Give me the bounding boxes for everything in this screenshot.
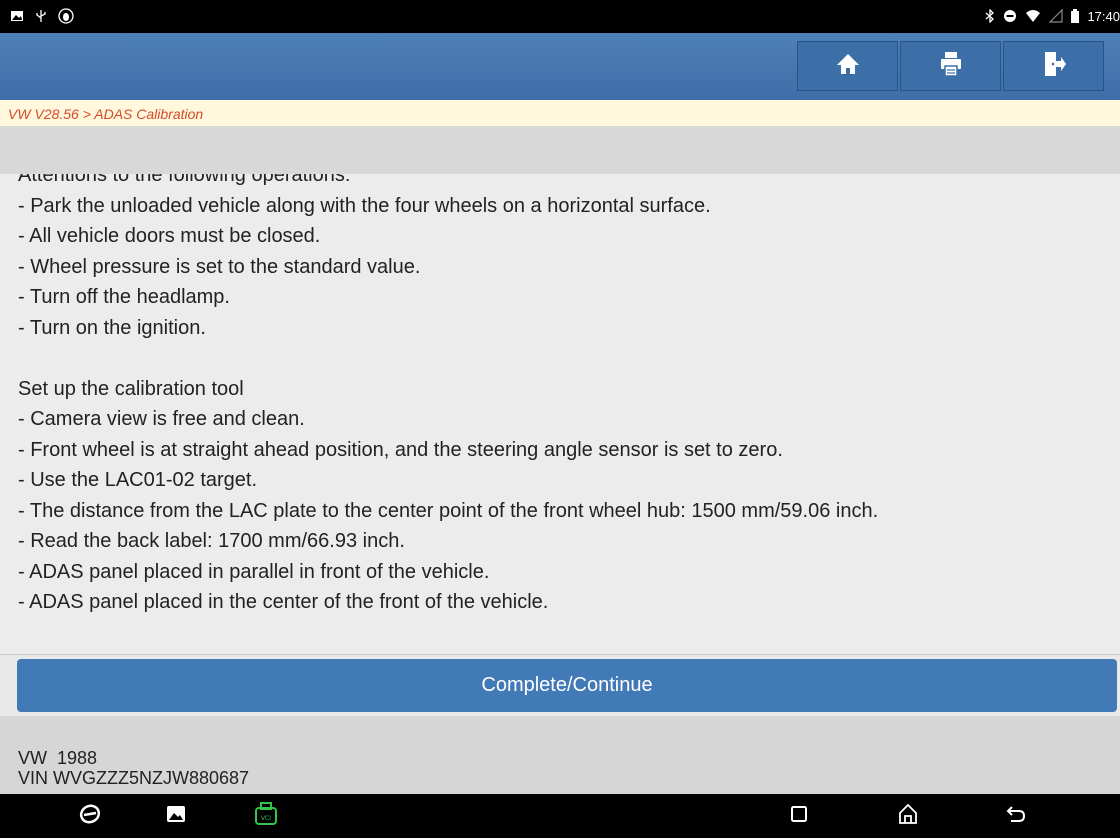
instruction-line: - Turn off the headlamp. [18, 286, 230, 308]
svg-text:VCI: VCI [261, 815, 271, 822]
instruction-line: - ADAS panel placed in the center of the… [18, 591, 549, 613]
status-left-icons [10, 7, 74, 26]
instruction-line: - Park the unloaded vehicle along with t… [18, 194, 711, 217]
browser-icon [78, 802, 102, 831]
instruction-line: Attentions to the following operations: [18, 174, 351, 186]
status-time: 17:40 [1087, 9, 1120, 24]
instruction-line: - All vehicle doors must be closed. [18, 225, 321, 247]
instruction-line: Set up the calibration tool [18, 377, 244, 400]
breadcrumb: VW V28.56 > ADAS Calibration [0, 100, 1120, 126]
instruction-line: - Camera view is free and clean. [18, 408, 305, 430]
gallery-icon [10, 9, 24, 25]
recents-button[interactable] [784, 802, 814, 830]
gallery-icon [166, 804, 186, 829]
instruction-line: - The distance from the LAC plate to the… [18, 499, 879, 522]
divider [0, 654, 1120, 655]
instruction-line: - ADAS panel placed in parallel in front… [18, 560, 490, 583]
exit-button[interactable] [1003, 41, 1104, 91]
browser-button[interactable] [75, 802, 105, 830]
instructions-text: Attentions to the following operations: -… [18, 174, 878, 618]
home-button[interactable] [797, 41, 898, 91]
instruction-line: - Front wheel is at straight ahead posit… [18, 438, 783, 461]
print-button[interactable] [900, 41, 1001, 91]
dnd-icon [1003, 9, 1017, 25]
nav-home-button[interactable] [893, 802, 923, 830]
back-button[interactable] [1001, 802, 1031, 830]
status-bar: 17:40 [0, 0, 1120, 33]
instruction-line: - Read the back label: 1700 mm/66.93 inc… [18, 530, 405, 552]
gallery-button[interactable] [161, 802, 191, 830]
home-icon [836, 52, 860, 81]
signal-icon [1049, 8, 1064, 25]
navigation-bar: VCI [0, 794, 1120, 838]
vehicle-model: VW 1988 [18, 748, 98, 768]
home-icon [897, 803, 919, 830]
vci-button[interactable]: VCI [251, 801, 281, 832]
instructions-panel[interactable]: Attentions to the following operations: -… [0, 174, 1120, 654]
bluetooth-icon [985, 7, 995, 25]
back-icon [1005, 803, 1027, 830]
battery-icon [1071, 8, 1080, 25]
vci-icon: VCI [253, 801, 279, 832]
vehicle-vin: VIN WVGZZZ5NZJW880687 [18, 768, 250, 788]
instruction-line: - Use the LAC01-02 target. [18, 469, 258, 491]
bug-icon [58, 7, 74, 26]
header-band [0, 126, 1120, 174]
recents-icon [790, 805, 808, 828]
status-right-icons: 17:40 [985, 7, 1120, 25]
app-toolbar [0, 33, 1120, 100]
complete-continue-button[interactable]: Complete/Continue [17, 659, 1117, 712]
vehicle-info-panel: VW 1988 VIN WVGZZZ5NZJW880687 [0, 716, 1120, 794]
print-icon [939, 51, 963, 82]
usb-icon [34, 9, 48, 25]
exit-icon [1042, 51, 1066, 82]
instruction-line: - Turn on the ignition. [18, 316, 206, 339]
instruction-line: - Wheel pressure is set to the standard … [18, 255, 421, 278]
wifi-icon [1025, 9, 1041, 25]
